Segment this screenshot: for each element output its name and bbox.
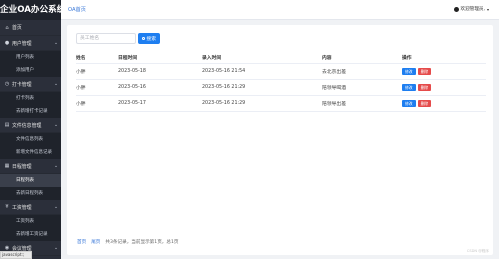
cell-date: 2023-05-17	[118, 95, 202, 112]
user-menu[interactable]: 欢迎管理员, ▾	[453, 6, 489, 12]
caret-down-icon: ▾	[486, 6, 489, 12]
column-header-created: 录入时间	[202, 52, 322, 64]
breadcrumb[interactable]: OA首页	[68, 6, 86, 13]
chevron-down-icon: ⌄	[53, 204, 58, 210]
pager-last-link[interactable]: 尾页	[91, 239, 100, 245]
table-row: 小胖 2023-05-17 2023-05-16 21:29 陪领导出差 修改删…	[76, 95, 486, 112]
delete-button[interactable]: 删除	[417, 67, 432, 75]
sidebar-group-label: 用户管理	[12, 40, 32, 47]
cell-created: 2023-05-16 21:29	[202, 79, 322, 96]
edit-button[interactable]: 修改	[402, 99, 416, 107]
cell-date: 2023-05-18	[118, 63, 202, 80]
user-label: 欢迎管理员,	[460, 7, 485, 12]
watermark: CSDN @程序	[466, 249, 489, 253]
delete-button[interactable]: 删除	[417, 83, 432, 91]
cell-name: 小胖	[76, 79, 118, 96]
column-header-date: 日程时间	[118, 52, 202, 64]
pager-first-link[interactable]: 首页	[77, 239, 86, 245]
content-card: 搜索 姓名 日程时间 录入时间 内容 操作 小胖 2023-05-18 2023…	[67, 25, 493, 255]
cell-content: 陪领导喝酒	[322, 79, 402, 96]
sidebar-item-add-schedule[interactable]: 去新日程列表	[0, 187, 61, 200]
chevron-down-icon: ⌄	[53, 122, 58, 128]
cell-content: 陪领导出差	[322, 95, 402, 112]
cell-actions: 修改 删除	[402, 79, 486, 96]
search-button-label: 搜索	[146, 37, 156, 42]
app-root: 企业OA办公系统 ⌂ 首页 ● 用户管理 ⌄ 用户列表 添加用户 ◷ 打卡管理 …	[0, 0, 499, 259]
sidebar-item-file-list[interactable]: 文件信息列表	[0, 133, 61, 146]
sidebar-group-label: 文件信息管理	[12, 122, 42, 129]
cell-content: 去北京出差	[322, 63, 402, 80]
sidebar-item-home[interactable]: ⌂ 首页	[0, 20, 61, 36]
top-header: OA首页 欢迎管理员, ▾	[61, 0, 499, 20]
chevron-down-icon: ⌄	[53, 81, 58, 87]
edit-button[interactable]: 修改	[402, 83, 416, 91]
chevron-down-icon: ⌄	[53, 163, 58, 169]
table-row: 小胖 2023-05-16 2023-05-16 21:29 陪领导喝酒 修改删…	[76, 79, 486, 96]
table-header-row: 姓名 日程时间 录入时间 内容 操作	[76, 52, 486, 64]
pager-info: 共3条记录，当前显示第1页，总1页	[105, 240, 179, 245]
sidebar-group-salary[interactable]: ¥ 工资管理 ⌄	[0, 200, 61, 215]
user-icon	[453, 6, 459, 12]
sidebar-group-schedule[interactable]: ▦ 日程管理 ⌄	[0, 159, 61, 174]
status-bar-url: javascript:;	[0, 251, 32, 259]
sidebar-item-add-file[interactable]: 新增文件信息记录	[0, 146, 61, 159]
sidebar-group-label: 日程管理	[12, 163, 32, 170]
sidebar-group-files[interactable]: ▤ 文件信息管理 ⌄	[0, 118, 61, 133]
cell-actions: 修改 删除	[402, 95, 486, 112]
sidebar-item-add-salary[interactable]: 去新增工资记录	[0, 228, 61, 241]
pagination: 首页 尾页 共3条记录，当前显示第1页，总1页	[77, 239, 179, 245]
column-header-actions: 操作	[402, 52, 486, 64]
sidebar-item-add-checkin[interactable]: 去新增打卡记录	[0, 105, 61, 118]
sidebar-group-users[interactable]: ● 用户管理 ⌄	[0, 36, 61, 51]
column-header-name: 姓名	[76, 52, 118, 64]
edit-button[interactable]: 修改	[402, 67, 416, 75]
sidebar: 企业OA办公系统 ⌂ 首页 ● 用户管理 ⌄ 用户列表 添加用户 ◷ 打卡管理 …	[0, 0, 61, 259]
sidebar-group-checkin[interactable]: ◷ 打卡管理 ⌄	[0, 77, 61, 92]
home-icon: ⌂	[5, 24, 9, 31]
clock-icon: ◷	[4, 81, 10, 87]
cell-created: 2023-05-16 21:29	[202, 95, 322, 112]
cell-name: 小胖	[76, 63, 118, 80]
sidebar-group-label: 工资管理	[12, 204, 32, 211]
cell-date: 2023-05-16	[118, 79, 202, 96]
sidebar-group-label: 打卡管理	[12, 81, 32, 88]
sidebar-item-add-user[interactable]: 添加用户	[0, 64, 61, 77]
users-icon: ●	[4, 40, 10, 46]
money-icon: ¥	[5, 204, 9, 210]
chevron-down-icon: ⌄	[53, 245, 58, 251]
search-input[interactable]	[76, 33, 136, 44]
chevron-down-icon: ⌄	[53, 40, 58, 46]
sidebar-item-schedule-list[interactable]: 日程列表	[0, 174, 61, 187]
cell-name: 小胖	[76, 95, 118, 112]
cell-created: 2023-05-16 21:54	[202, 63, 322, 80]
search-icon	[142, 36, 146, 41]
sidebar-item-salary-list[interactable]: 工资列表	[0, 215, 61, 228]
calendar-icon: ▦	[4, 163, 10, 169]
table-row: 小胖 2023-05-18 2023-05-16 21:54 去北京出差 修改删…	[76, 63, 486, 80]
sidebar-item-checkin-list[interactable]: 打卡列表	[0, 92, 61, 105]
delete-button[interactable]: 删除	[417, 99, 432, 107]
column-header-content: 内容	[322, 52, 402, 64]
sidebar-item-user-list[interactable]: 用户列表	[0, 51, 61, 64]
cell-actions: 修改 删除	[402, 63, 486, 80]
schedule-table: 姓名 日程时间 录入时间 内容 操作 小胖 2023-05-18 2023-05…	[76, 52, 486, 112]
app-title: 企业OA办公系统	[0, 0, 61, 20]
sidebar-item-label: 首页	[12, 25, 22, 31]
file-icon: ▤	[4, 122, 10, 128]
search-button[interactable]: 搜索	[138, 33, 160, 44]
